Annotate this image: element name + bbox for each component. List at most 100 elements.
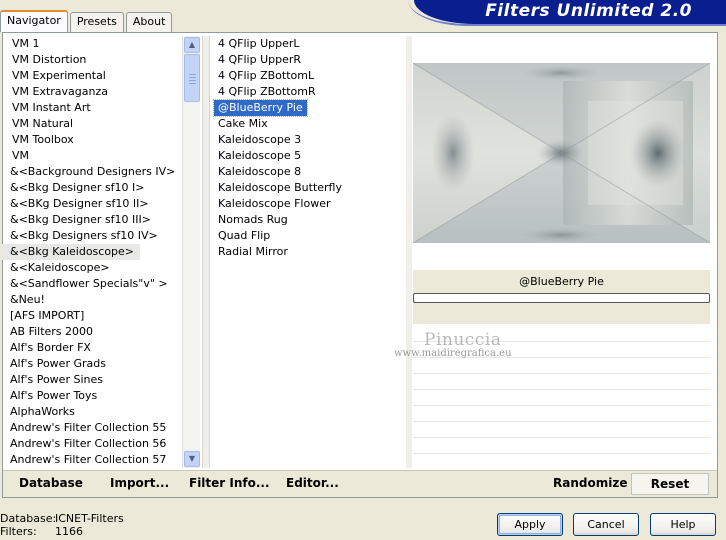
- category-item[interactable]: VM Experimental: [2, 68, 182, 84]
- apply-button[interactable]: Apply: [497, 513, 563, 536]
- filter-item[interactable]: 4 QFlip ZBottomR: [214, 84, 404, 100]
- filter-item[interactable]: Radial Mirror: [214, 244, 404, 260]
- filter-info-button[interactable]: Filter Info...: [189, 476, 270, 490]
- category-scrollbar[interactable]: ▲ ▼: [182, 36, 200, 468]
- parameter-row: [413, 374, 710, 390]
- filter-item[interactable]: @BlueBerry Pie: [213, 99, 404, 117]
- filter-item[interactable]: 4 QFlip UpperL: [214, 36, 404, 52]
- grip-line: [189, 77, 196, 78]
- category-label: &Neu!: [10, 293, 45, 306]
- help-button[interactable]: Help: [650, 513, 716, 536]
- category-item[interactable]: VM Instant Art: [2, 100, 182, 116]
- filter-label: Kaleidoscope 5: [218, 149, 302, 162]
- filter-item[interactable]: Kaleidoscope Butterfly: [214, 180, 404, 196]
- filter-label: 4 QFlip ZBottomR: [218, 85, 316, 98]
- category-label: Andrew's Filter Collection 56: [10, 437, 167, 450]
- status-info: Database: ICNET-Filters Filters: 1166: [0, 512, 124, 538]
- scroll-up-button[interactable]: ▲: [184, 37, 200, 53]
- category-item[interactable]: VM Distortion: [2, 52, 182, 68]
- filter-label: 4 QFlip UpperR: [218, 53, 302, 66]
- cancel-button[interactable]: Cancel: [573, 513, 639, 536]
- import-button[interactable]: Import...: [110, 476, 169, 490]
- category-label: VM Natural: [12, 117, 74, 130]
- filter-label: Kaleidoscope Flower: [218, 197, 331, 210]
- category-item[interactable]: &<Kaleidoscope>: [2, 260, 182, 276]
- category-item[interactable]: AB Filters 2000: [2, 324, 182, 340]
- filter-item[interactable]: 4 QFlip ZBottomL: [214, 68, 404, 84]
- filters-count: 1166: [55, 525, 83, 538]
- category-item[interactable]: VM: [2, 148, 182, 164]
- filter-item[interactable]: Cake Mix: [214, 116, 404, 132]
- scroll-thumb[interactable]: [184, 54, 200, 102]
- filter-label: Kaleidoscope 8: [218, 165, 302, 178]
- preview-filter-name: @BlueBerry Pie: [519, 275, 604, 288]
- tab-about[interactable]: About: [125, 12, 173, 32]
- category-item[interactable]: &<BKg Designer sf10 II>: [2, 196, 182, 212]
- filter-item[interactable]: Kaleidoscope 8: [214, 164, 404, 180]
- category-item[interactable]: Alf's Power Toys: [2, 388, 182, 404]
- filter-item[interactable]: Nomads Rug: [214, 212, 404, 228]
- category-item[interactable]: Alf's Power Sines: [2, 372, 182, 388]
- category-item[interactable]: Andrew's Filter Collection 57: [2, 452, 182, 468]
- category-item[interactable]: AlphaWorks: [2, 404, 182, 420]
- category-item[interactable]: &Neu!: [2, 292, 182, 308]
- grip-line: [189, 74, 196, 75]
- list-splitter[interactable]: [202, 36, 210, 468]
- filter-label: Kaleidoscope Butterfly: [218, 181, 342, 194]
- parameter-row: [413, 390, 710, 406]
- tab-label: Presets: [76, 15, 117, 28]
- category-item[interactable]: VM Toolbox: [2, 132, 182, 148]
- category-label: [AFS IMPORT]: [10, 309, 85, 322]
- category-item[interactable]: &<Sandflower Specials"v" >: [2, 276, 182, 292]
- filter-item[interactable]: Quad Flip: [214, 228, 404, 244]
- reset-button[interactable]: Reset: [631, 473, 709, 495]
- preview-info-panel: @BlueBerry Pie: [413, 270, 710, 324]
- category-list[interactable]: VM 1 VM Distortion VM Experimental VM Extra…: [2, 36, 182, 468]
- category-item[interactable]: &<Bkg Kaleidoscope>: [2, 244, 182, 260]
- parameter-row: [413, 406, 710, 422]
- category-label: Andrew's Filter Collection 55: [10, 421, 167, 434]
- category-item[interactable]: VM 1: [2, 36, 182, 52]
- database-value: ICNET-Filters: [55, 512, 124, 525]
- category-item[interactable]: &<Bkg Designer sf10 III>: [2, 212, 182, 228]
- category-label: &<Bkg Designer sf10 I>: [10, 181, 145, 194]
- database-button[interactable]: Database: [19, 476, 83, 490]
- filter-list[interactable]: 4 QFlip UpperL 4 QFlip UpperR 4 QFlip ZBot…: [213, 36, 404, 468]
- category-label: &<Sandflower Specials"v" >: [10, 277, 168, 290]
- database-label: Database:: [0, 512, 57, 525]
- filter-item[interactable]: Kaleidoscope 3: [214, 132, 404, 148]
- watermark-url: www.maidiregrafica.eu: [394, 348, 512, 359]
- tab-navigator[interactable]: Navigator: [0, 10, 68, 32]
- chevron-down-icon: ▼: [188, 454, 196, 463]
- category-item[interactable]: &<Bkg Designer sf10 I>: [2, 180, 182, 196]
- grip-line: [189, 80, 196, 81]
- category-label: VM Toolbox: [12, 133, 74, 146]
- category-label: Alf's Power Toys: [10, 389, 98, 402]
- category-label: AlphaWorks: [10, 405, 75, 418]
- category-item[interactable]: Alf's Border FX: [2, 340, 182, 356]
- category-item[interactable]: [AFS IMPORT]: [2, 308, 182, 324]
- filter-item[interactable]: Kaleidoscope 5: [214, 148, 404, 164]
- category-label: VM Extravaganza: [12, 85, 109, 98]
- editor-button[interactable]: Editor...: [286, 476, 339, 490]
- filter-item[interactable]: 4 QFlip UpperR: [214, 52, 404, 68]
- tab-label: About: [132, 15, 166, 28]
- category-item[interactable]: VM Extravaganza: [2, 84, 182, 100]
- grip-line: [189, 83, 196, 84]
- randomize-button[interactable]: Randomize: [553, 476, 627, 490]
- category-item[interactable]: Andrew's Filter Collection 55: [2, 420, 182, 436]
- tab-presets[interactable]: Presets: [69, 12, 124, 32]
- category-item[interactable]: Alf's Power Grads: [2, 356, 182, 372]
- scroll-down-button[interactable]: ▼: [184, 451, 200, 467]
- category-item[interactable]: &<Bkg Designers sf10 IV>: [2, 228, 182, 244]
- category-item[interactable]: Andrew's Filter Collection 56: [2, 436, 182, 452]
- category-label: VM 1: [12, 37, 40, 50]
- category-label: Andrew's Filter Collection 57: [10, 453, 167, 466]
- category-item[interactable]: VM Natural: [2, 116, 182, 132]
- category-label: Alf's Border FX: [10, 341, 91, 354]
- watermark-name: Pinuccia: [424, 330, 502, 350]
- category-item[interactable]: &<Background Designers IV>: [2, 164, 182, 180]
- category-label: &<Bkg Kaleidoscope>: [2, 244, 141, 260]
- preview-divider: [406, 36, 412, 468]
- filter-item[interactable]: Kaleidoscope Flower: [214, 196, 404, 212]
